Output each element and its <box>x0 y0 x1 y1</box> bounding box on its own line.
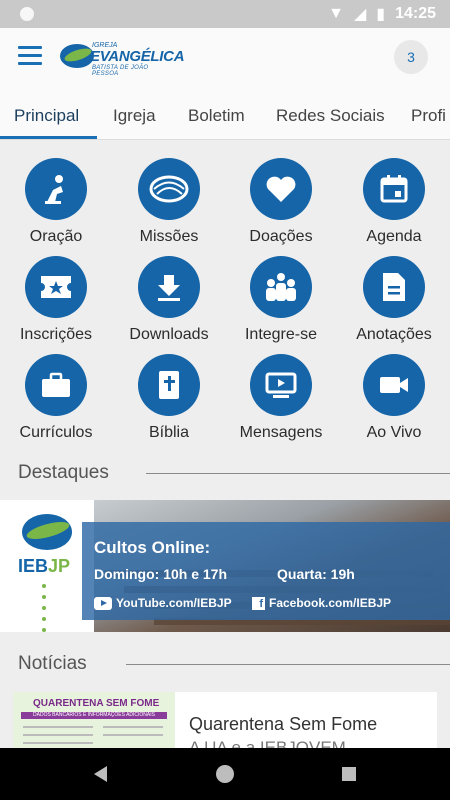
brand-b: JP <box>48 556 71 576</box>
tab-igreja[interactable]: Igreja <box>113 106 156 126</box>
shortcut-label: Agenda <box>366 228 422 245</box>
noticias-heading: Notícias <box>18 653 87 674</box>
shortcut-mensagens[interactable]: Mensagens <box>225 354 337 442</box>
battery-icon: ▮ <box>376 6 386 23</box>
facebook-icon: f <box>252 596 265 610</box>
shortcut-label: Oração <box>29 228 83 245</box>
banner-schedule-sunday: Domingo: 10h e 17h <box>94 566 228 582</box>
video-play-icon <box>250 354 312 416</box>
shortcut-label: Inscrições <box>19 326 93 343</box>
shortcut-inscricoes[interactable]: Inscrições <box>0 256 112 344</box>
app-bar: IGREJA EVANGÉLICA BATISTA DE JOÃO PESSOA… <box>0 28 450 86</box>
church-logo: IGREJA EVANGÉLICA BATISTA DE JOÃO PESSOA <box>60 38 185 77</box>
news-card[interactable]: QUARENTENA SEM FOME DADOS BANCÁRIOS E IN… <box>13 692 437 752</box>
divider <box>146 473 450 474</box>
shortcut-agenda[interactable]: Agenda <box>338 158 450 246</box>
banner-schedule-wednesday: Quarta: 19h <box>277 566 355 582</box>
recent-apps-icon[interactable] <box>342 767 356 781</box>
menu-icon[interactable] <box>18 46 42 66</box>
signal-icon: ◢ <box>353 6 367 23</box>
shortcut-integre-se[interactable]: Integre-se <box>225 256 337 344</box>
document-icon <box>363 256 425 318</box>
shortcut-oracao[interactable]: Oração <box>0 158 112 246</box>
news-thumbnail: QUARENTENA SEM FOME DADOS BANCÁRIOS E IN… <box>13 692 175 752</box>
logo-main-text: EVANGÉLICA <box>90 48 185 65</box>
shortcut-missoes[interactable]: Missões <box>113 158 225 246</box>
back-icon[interactable] <box>94 766 107 782</box>
news-title: Quarentena Sem Fome <box>189 714 378 734</box>
shortcut-label: Doações <box>249 228 313 245</box>
pray-icon <box>25 158 87 220</box>
active-tab-indicator <box>0 136 97 139</box>
shortcut-downloads[interactable]: Downloads <box>113 256 225 344</box>
shortcut-label: Bíblia <box>148 424 190 441</box>
brand-a: IEB <box>18 556 49 576</box>
bible-icon <box>138 354 200 416</box>
tab-profi[interactable]: Profi <box>411 106 446 126</box>
shortcut-label: Mensagens <box>239 424 323 441</box>
system-nav-bar <box>0 748 450 800</box>
download-icon <box>138 256 200 318</box>
clock: 14:25 <box>395 5 436 22</box>
notification-badge[interactable]: 3 <box>394 40 428 74</box>
ticket-icon <box>25 256 87 318</box>
wifi-icon: ▼ <box>328 5 344 22</box>
facebook-link: f Facebook.com/IEBJP <box>252 596 391 610</box>
shortcut-doacoes[interactable]: Doações <box>225 158 337 246</box>
shortcut-anotacoes[interactable]: Anotações <box>338 256 450 344</box>
shortcut-biblia[interactable]: Bíblia <box>113 354 225 442</box>
youtube-icon <box>94 596 112 610</box>
tab-principal[interactable]: Principal <box>14 106 79 126</box>
shortcut-curriculos[interactable]: Currículos <box>0 354 112 442</box>
tab-redes-sociais[interactable]: Redes Sociais <box>276 106 385 126</box>
youtube-link: YouTube.com/IEBJP <box>94 596 232 610</box>
iebjp-logo: IEBJP <box>0 500 94 632</box>
tab-boletim[interactable]: Boletim <box>188 106 245 126</box>
destaques-heading: Destaques <box>18 462 109 483</box>
status-bar: ▼ ◢ ▮ 14:25 <box>0 0 450 28</box>
divider <box>126 664 450 665</box>
shortcut-label: Integre-se <box>244 326 318 343</box>
highlight-banner[interactable]: IEBJP Cultos Online: Domingo: 10h e 17h … <box>0 500 450 632</box>
group-icon <box>250 256 312 318</box>
shortcut-label: Currículos <box>19 424 93 441</box>
tab-bar: Principal Igreja Boletim Redes Sociais P… <box>0 86 450 140</box>
shortcut-label: Missões <box>139 228 199 245</box>
shortcut-ao-vivo[interactable]: Ao Vivo <box>338 354 450 442</box>
notification-dot-icon <box>20 7 34 21</box>
shortcut-label: Ao Vivo <box>366 424 422 441</box>
banner-overlay: Cultos Online: Domingo: 10h e 17h Quarta… <box>82 522 450 620</box>
shortcut-label: Downloads <box>129 326 209 343</box>
calendar-icon <box>363 158 425 220</box>
logo-bottom-text: BATISTA DE JOÃO PESSOA <box>92 65 149 77</box>
camera-icon <box>363 354 425 416</box>
heart-icon <box>250 158 312 220</box>
banner-heading: Cultos Online: <box>94 538 211 557</box>
shortcut-label: Anotações <box>356 326 432 343</box>
thumb-subtitle: DADOS BANCÁRIOS E INFORMAÇÕES ADICIONAIS <box>21 712 167 719</box>
briefcase-icon <box>25 354 87 416</box>
thumb-title: QUARENTENA SEM FOME <box>33 698 160 709</box>
home-icon[interactable] <box>216 765 234 783</box>
globe-icon <box>138 158 200 220</box>
